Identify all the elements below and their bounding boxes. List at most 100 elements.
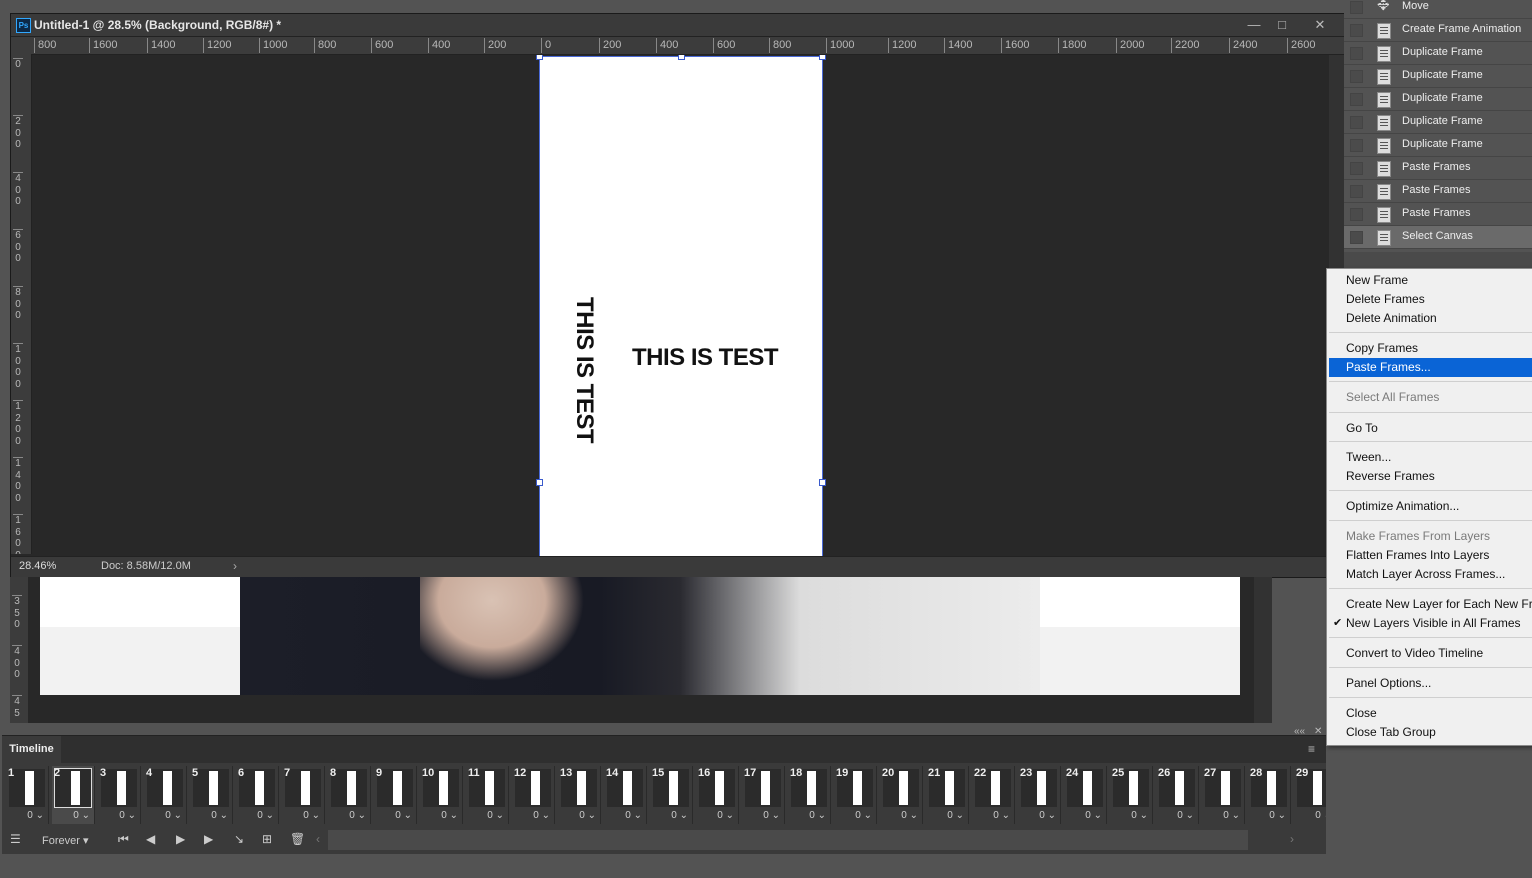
history-state[interactable]: Duplicate Frame	[1344, 65, 1532, 88]
snapshot-source-checkbox[interactable]	[1350, 93, 1363, 106]
menu-item[interactable]: Panel Options...	[1329, 674, 1532, 693]
frame-delay-select[interactable]: 0 ⌄	[303, 810, 320, 821]
animation-frame[interactable]: 21 0 ⌄	[926, 766, 969, 824]
close-button[interactable]: ✕	[1306, 14, 1334, 36]
history-state[interactable]: Paste Frames	[1344, 157, 1532, 180]
frame-delay-select[interactable]: 0 ⌄	[763, 810, 780, 821]
rotated-text-layer[interactable]: THIS IS TEST	[570, 297, 598, 443]
frame-delay-select[interactable]: 0 ⌄	[441, 810, 458, 821]
frame-delay-select[interactable]: 0 ⌄	[625, 810, 642, 821]
tween-icon[interactable]: ↘	[234, 832, 244, 846]
animation-frame[interactable]: 1 0 ⌄	[6, 766, 49, 824]
menu-item[interactable]: Tween...	[1329, 448, 1532, 467]
frame-delay-select[interactable]: 0 ⌄	[1039, 810, 1056, 821]
animation-frame[interactable]: 17 0 ⌄	[742, 766, 785, 824]
text-layer[interactable]: THIS IS TEST	[632, 344, 779, 372]
previous-frame-icon[interactable]: ◀	[146, 832, 155, 846]
snapshot-source-checkbox[interactable]	[1350, 139, 1363, 152]
transform-handle[interactable]	[678, 55, 685, 60]
menu-item[interactable]: ✔ New Layers Visible in All Frames	[1329, 614, 1532, 633]
convert-to-video-timeline-icon[interactable]: ☰	[10, 832, 21, 846]
scroll-left-icon[interactable]: ‹	[316, 832, 320, 846]
menu-item[interactable]: Match Layer Across Frames...	[1329, 565, 1532, 584]
menu-item[interactable]: New Frame	[1329, 271, 1532, 290]
tab-timeline[interactable]: Timeline	[2, 736, 61, 763]
snapshot-source-checkbox[interactable]	[1350, 47, 1363, 60]
restore-button[interactable]: □	[1268, 14, 1296, 36]
frame-delay-select[interactable]: 0 ⌄	[717, 810, 734, 821]
frame-delay-select[interactable]: 0 ⌄	[211, 810, 228, 821]
frame-delay-select[interactable]: 0 ⌄	[27, 810, 44, 821]
frame-delay-select[interactable]: 0 ⌄	[1131, 810, 1148, 821]
frame-delay-select[interactable]: 0 ⌄	[487, 810, 504, 821]
frame-delay-select[interactable]: 0 ⌄	[579, 810, 596, 821]
animation-frame[interactable]: 18 0 ⌄	[788, 766, 831, 824]
animation-frame[interactable]: 10 0 ⌄	[420, 766, 463, 824]
frame-delay-select[interactable]: 0 ⌄	[1223, 810, 1240, 821]
transform-handle[interactable]	[536, 479, 543, 486]
next-frame-icon[interactable]: ▶	[204, 832, 213, 846]
scroll-right-icon[interactable]: ›	[1290, 832, 1294, 846]
menu-item[interactable]: Delete Animation	[1329, 309, 1532, 328]
menu-item[interactable]: Reverse Frames	[1329, 467, 1532, 486]
snapshot-source-checkbox[interactable]	[1350, 162, 1363, 175]
animation-frame[interactable]: 14 0 ⌄	[604, 766, 647, 824]
history-state[interactable]: Duplicate Frame	[1344, 134, 1532, 157]
frame-delay-select[interactable]: 0 ⌄	[395, 810, 412, 821]
menu-item[interactable]: Copy Frames	[1329, 339, 1532, 358]
transform-handle[interactable]	[536, 55, 543, 60]
ruler-origin[interactable]	[11, 37, 31, 54]
animation-frame[interactable]: 26 0 ⌄	[1156, 766, 1199, 824]
history-state[interactable]: Duplicate Frame	[1344, 42, 1532, 65]
frame-delay-select[interactable]: 0 ⌄	[257, 810, 274, 821]
canvas[interactable]: THIS IS TEST THIS IS TEST	[536, 55, 826, 556]
menu-item[interactable]: Create New Layer for Each New Frame	[1329, 595, 1532, 614]
frame-delay-select[interactable]: 0 ⌄	[671, 810, 688, 821]
animation-frame[interactable]: 11 0 ⌄	[466, 766, 509, 824]
close-icon[interactable]: ✕	[1314, 726, 1322, 737]
frame-delay-select[interactable]: 0 ⌄	[1085, 810, 1102, 821]
frame-delay-select[interactable]: 0 ⌄	[533, 810, 550, 821]
collapse-icon[interactable]: ««	[1294, 726, 1305, 737]
animation-frame[interactable]: 25 0 ⌄	[1110, 766, 1153, 824]
background-document-window[interactable]: 350 400 45	[10, 577, 1272, 723]
animation-frame[interactable]: 16 0 ⌄	[696, 766, 739, 824]
animation-frame[interactable]: 12 0 ⌄	[512, 766, 555, 824]
animation-frame[interactable]: 15 0 ⌄	[650, 766, 693, 824]
history-state[interactable]: Create Frame Animation	[1344, 19, 1532, 42]
vertical-ruler[interactable]: 350 400 45	[10, 577, 28, 723]
first-frame-icon[interactable]: ⏮	[118, 832, 129, 847]
menu-item[interactable]: Close Tab Group	[1329, 723, 1532, 742]
frame-delay-select[interactable]: 0 ⌄	[901, 810, 918, 821]
panel-menu-icon[interactable]: ≡	[1308, 742, 1315, 756]
frame-delay-select[interactable]: 0 ⌄	[165, 810, 182, 821]
menu-item[interactable]: Paste Frames...	[1329, 358, 1532, 377]
menu-item[interactable]: Go To	[1329, 419, 1532, 438]
frame-delay-select[interactable]: 0 ⌄	[73, 810, 90, 821]
trash-icon[interactable]: 🗑	[290, 832, 305, 846]
animation-frame[interactable]: 4 0 ⌄	[144, 766, 187, 824]
frame-delay-select[interactable]: 0 ⌄	[1315, 810, 1326, 821]
menu-item[interactable]: Convert to Video Timeline	[1329, 644, 1532, 663]
history-state[interactable]: Duplicate Frame	[1344, 88, 1532, 111]
history-state[interactable]: Select Canvas	[1344, 226, 1532, 249]
snapshot-source-checkbox[interactable]	[1350, 231, 1363, 244]
animation-frame[interactable]: 9 0 ⌄	[374, 766, 417, 824]
status-menu-arrow-icon[interactable]: ›	[233, 559, 237, 573]
frame-delay-select[interactable]: 0 ⌄	[947, 810, 964, 821]
animation-frame[interactable]: 6 0 ⌄	[236, 766, 279, 824]
frame-delay-select[interactable]: 0 ⌄	[119, 810, 136, 821]
frame-delay-select[interactable]: 0 ⌄	[993, 810, 1010, 821]
vertical-ruler[interactable]: 0 200 400 600 800 1000 1200 1400 1600	[11, 54, 32, 554]
snapshot-source-checkbox[interactable]	[1350, 208, 1363, 221]
animation-frame[interactable]: 24 0 ⌄	[1064, 766, 1107, 824]
menu-item[interactable]: Delete Frames	[1329, 290, 1532, 309]
history-state[interactable]: Paste Frames	[1344, 203, 1532, 226]
menu-item[interactable]: Optimize Animation...	[1329, 497, 1532, 516]
animation-frame[interactable]: 29 0 ⌄	[1294, 766, 1326, 824]
transform-handle[interactable]	[819, 55, 826, 60]
loop-options-select[interactable]: Forever ▾	[42, 834, 89, 847]
animation-frame[interactable]: 7 0 ⌄	[282, 766, 325, 824]
snapshot-source-checkbox[interactable]	[1350, 70, 1363, 83]
canvas-area[interactable]: THIS IS TEST THIS IS TEST	[32, 55, 1329, 556]
